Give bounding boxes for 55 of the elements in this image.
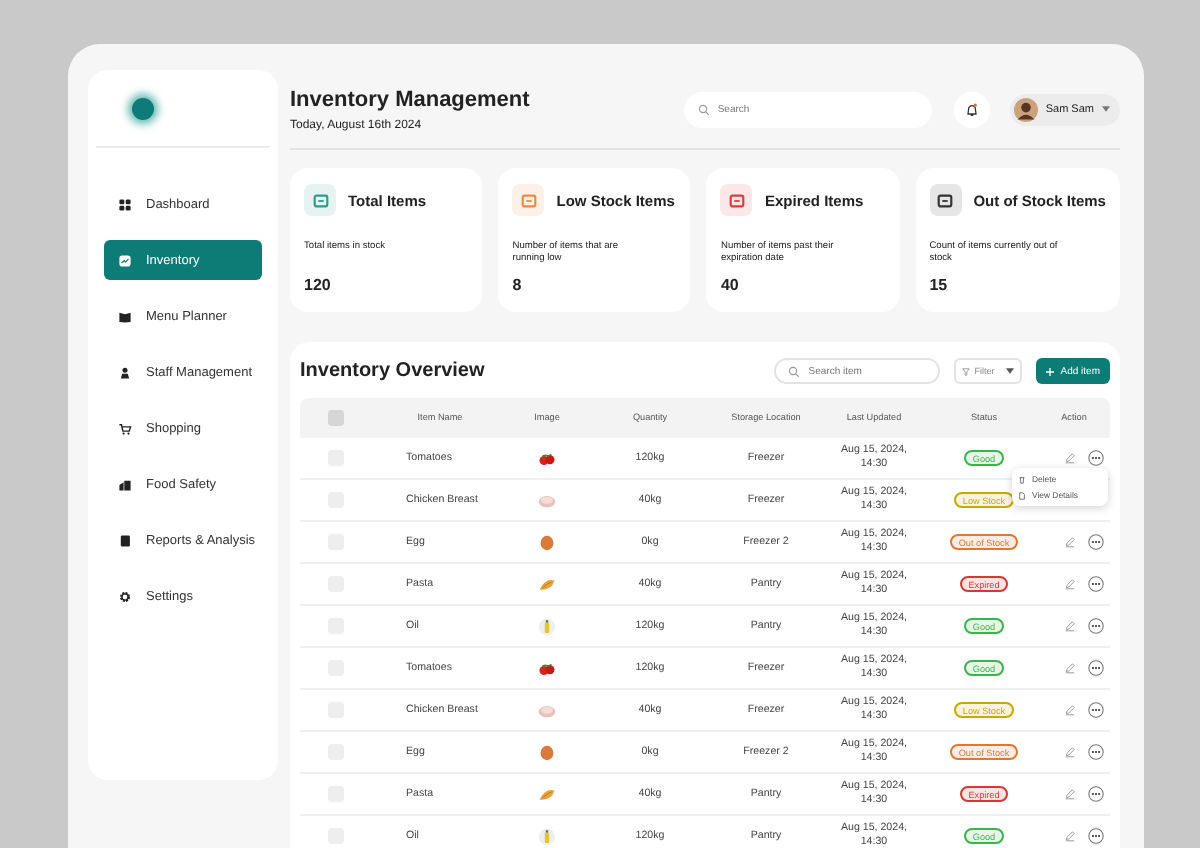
report-icon	[118, 533, 132, 547]
bell-icon	[963, 101, 980, 117]
more-icon[interactable]	[1088, 786, 1104, 802]
more-icon[interactable]	[1088, 702, 1104, 718]
card-value: 8	[512, 276, 524, 294]
edit-icon[interactable]	[1064, 452, 1076, 464]
edit-icon[interactable]	[1064, 620, 1076, 632]
edit-icon[interactable]	[1064, 578, 1076, 590]
edit-icon[interactable]	[1064, 746, 1076, 758]
more-icon[interactable]	[1088, 660, 1104, 676]
more-icon[interactable]	[1088, 534, 1104, 550]
caret-icon	[1006, 368, 1015, 374]
more-icon[interactable]	[1088, 450, 1104, 466]
logo-icon	[132, 97, 154, 119]
trash-icon	[1018, 475, 1026, 483]
tomato-icon	[538, 449, 556, 467]
bottle-icon	[538, 827, 556, 845]
search-icon	[697, 103, 710, 115]
bread-icon	[538, 575, 556, 593]
building-icon	[118, 477, 132, 491]
notification-button[interactable]	[953, 91, 990, 127]
gear-icon	[118, 589, 132, 603]
tomato-icon	[538, 659, 556, 677]
edit-icon[interactable]	[1064, 830, 1076, 842]
checkbox[interactable]	[327, 410, 343, 426]
more-icon[interactable]	[1088, 828, 1104, 844]
filter-icon	[962, 367, 971, 375]
egg-icon	[538, 533, 556, 551]
book-icon	[118, 309, 132, 323]
card-value: 15	[929, 276, 950, 294]
card-value: 40	[720, 276, 741, 294]
chicken-icon	[538, 491, 556, 509]
card-value: 120	[304, 276, 333, 294]
edit-icon[interactable]	[1064, 536, 1076, 548]
edit-icon[interactable]	[1064, 788, 1076, 800]
more-icon[interactable]	[1088, 618, 1104, 634]
section-title: Inventory Overview	[300, 360, 487, 382]
edit-icon[interactable]	[1064, 662, 1076, 674]
more-icon[interactable]	[1088, 744, 1104, 760]
person-icon	[118, 365, 132, 379]
bread-icon	[538, 785, 556, 803]
avatar-icon	[1013, 97, 1038, 121]
grid-icon	[118, 197, 132, 211]
edit-icon[interactable]	[1064, 704, 1076, 716]
page-title: Inventory Management	[290, 87, 532, 111]
bottle-icon	[538, 617, 556, 635]
chart-icon	[118, 253, 132, 267]
cart-icon	[118, 421, 132, 435]
caret-icon	[1102, 106, 1110, 112]
plus-icon	[1046, 367, 1055, 375]
search-icon	[788, 365, 801, 377]
more-icon[interactable]	[1088, 576, 1104, 592]
document-icon	[1018, 491, 1026, 499]
chicken-icon	[538, 701, 556, 719]
egg-icon	[538, 743, 556, 761]
